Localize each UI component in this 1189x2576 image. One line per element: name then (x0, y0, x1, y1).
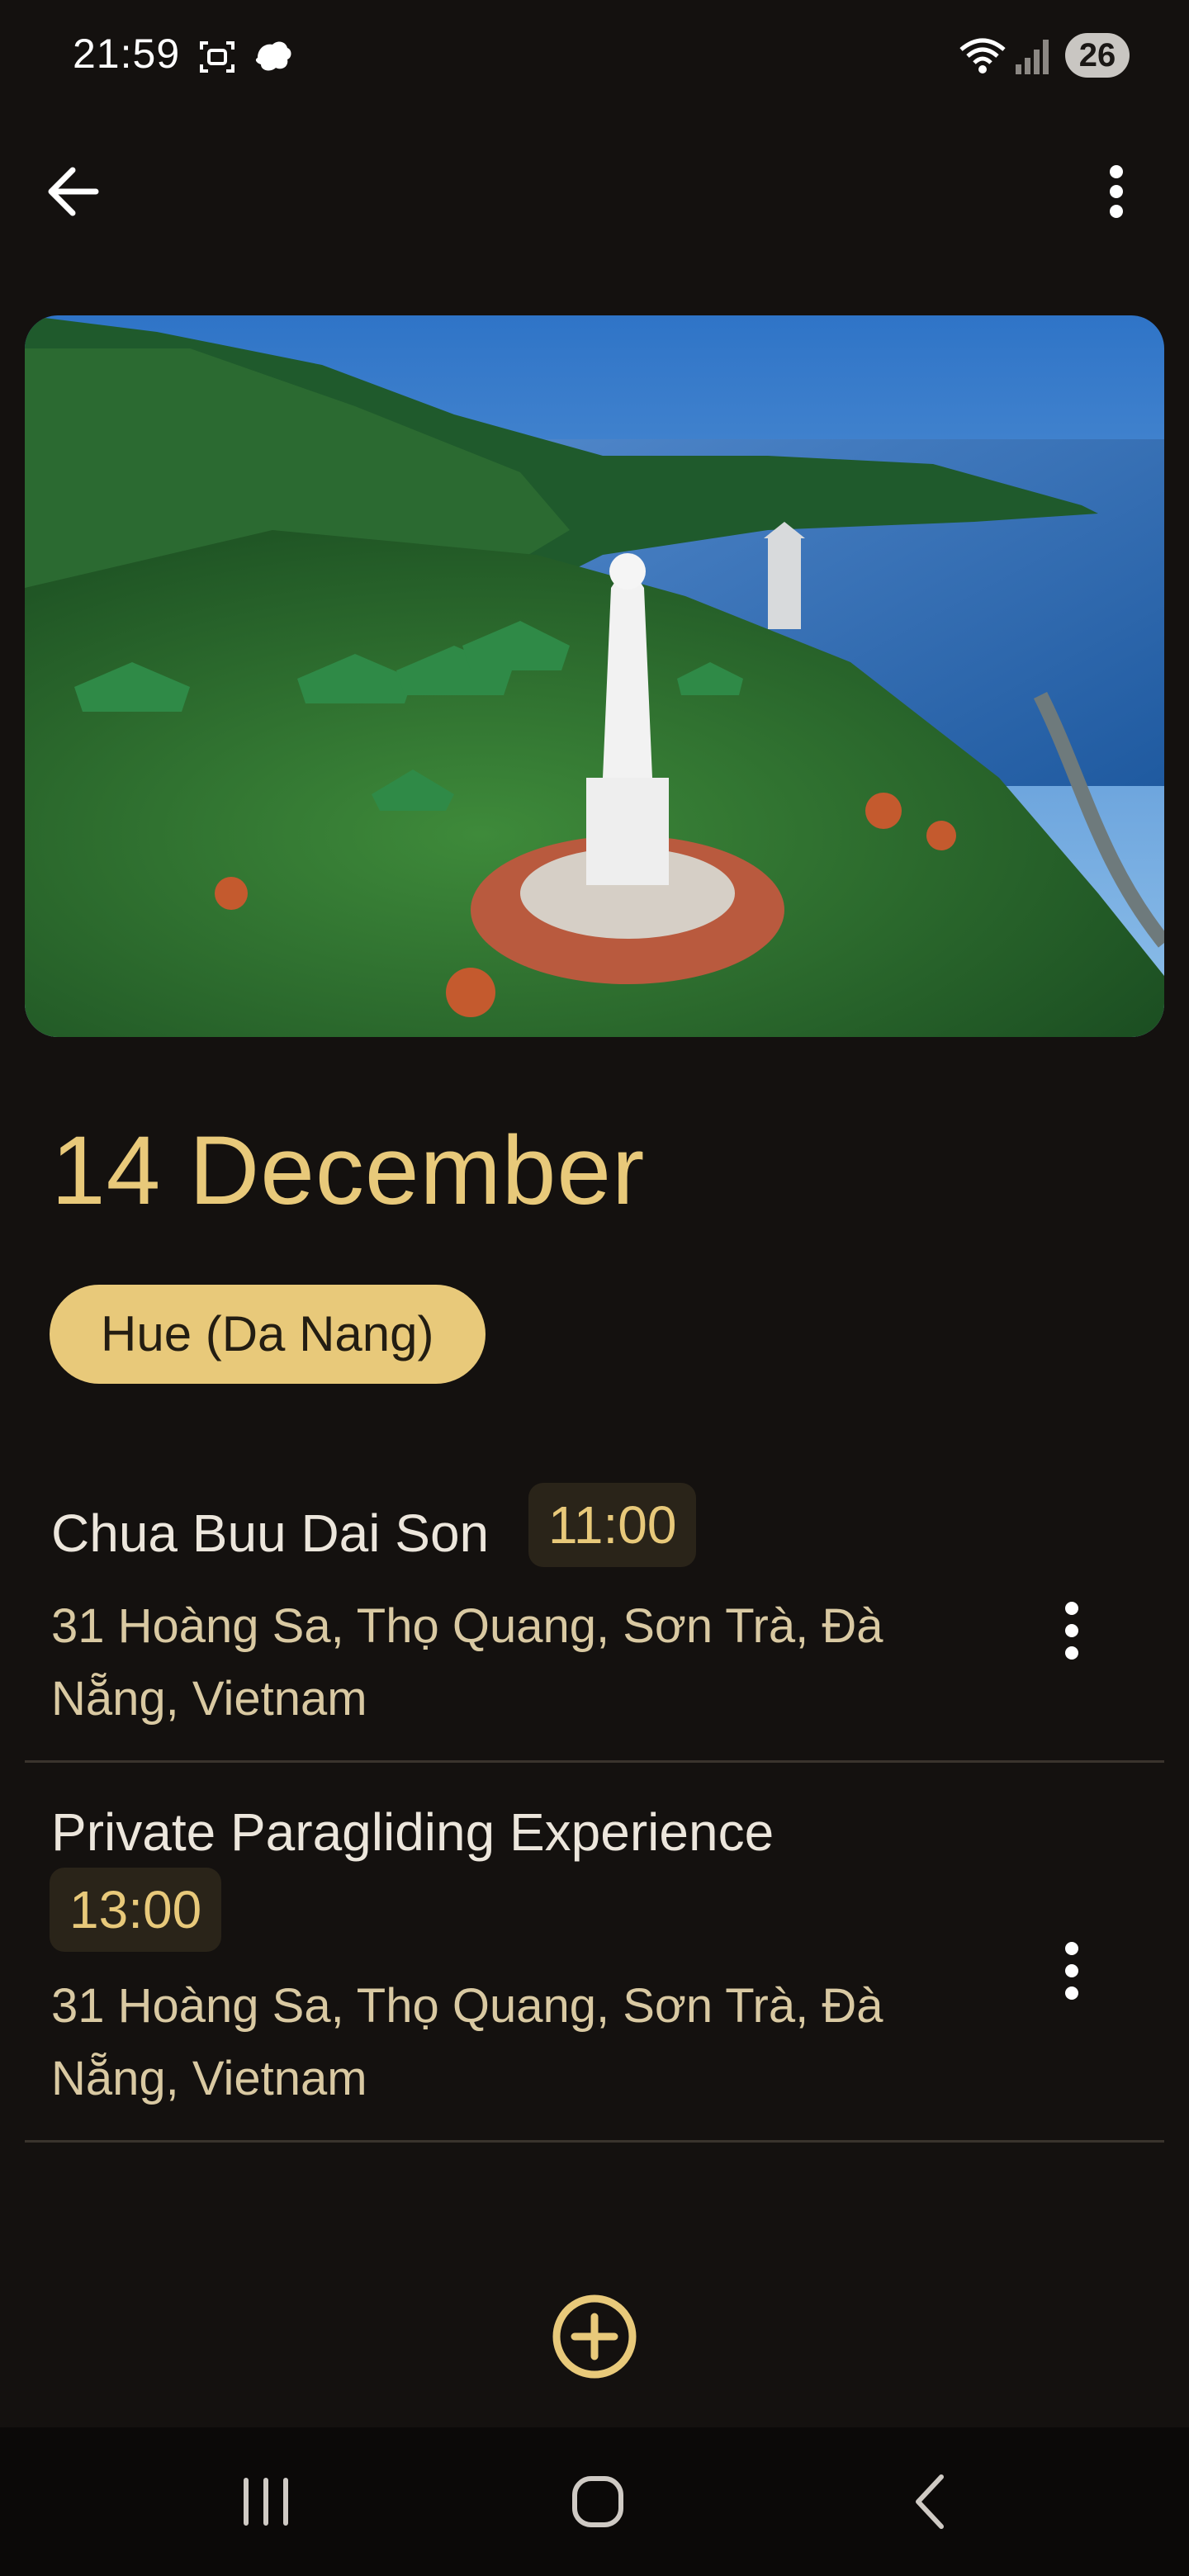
recents-icon (244, 2478, 288, 2526)
activity-time-badge: 13:00 (50, 1868, 222, 1952)
notification-icon (249, 36, 294, 82)
screenshot-icon (197, 36, 238, 82)
activity-address: 31 Hoàng Sa, Thọ Quang, Sơn Trà, Đà Nẵng… (51, 1599, 883, 1726)
arrow-left-icon (48, 167, 99, 216)
system-navigation-bar (0, 2427, 1189, 2576)
back-button[interactable] (36, 154, 112, 230)
more-vertical-icon (1065, 1942, 1078, 2000)
activity-more-button[interactable] (1039, 1925, 1105, 2016)
activity-title: Private Paragliding Experience (51, 1802, 775, 1862)
activity-time-badge: 11:00 (528, 1483, 697, 1567)
divider (25, 1760, 1164, 1763)
day-date-heading: 14 December (51, 1116, 646, 1225)
home-button[interactable] (557, 2460, 639, 2543)
destination-photo (25, 315, 1164, 1037)
nav-back-button[interactable] (890, 2460, 973, 2543)
activity-item[interactable]: Chua Buu Dai Son 11:00 31 Hoàng Sa, Thọ … (25, 1478, 1164, 1759)
status-bar: 21:59 26 (0, 0, 1189, 107)
battery-indicator: 26 (1065, 33, 1130, 78)
activity-more-button[interactable] (1039, 1585, 1105, 1676)
more-vertical-icon (1110, 165, 1123, 218)
activity-address: 31 Hoàng Sa, Thọ Quang, Sơn Trà, Đà Nẵng… (51, 1979, 883, 2105)
location-chip[interactable]: Hue (Da Nang) (50, 1285, 486, 1384)
status-time: 21:59 (73, 31, 181, 77)
more-options-button[interactable] (1078, 154, 1154, 230)
recents-button[interactable] (225, 2460, 307, 2543)
trip-day-screen: 21:59 26 14 December Hue (Da Nang) Chua … (0, 0, 1189, 2576)
divider (25, 2140, 1164, 2143)
activity-title: Chua Buu Dai Son (51, 1503, 490, 1563)
add-activity-button[interactable] (548, 2290, 641, 2383)
wifi-icon (958, 36, 1007, 82)
more-vertical-icon (1065, 1602, 1078, 1660)
home-icon (572, 2476, 623, 2527)
back-icon (916, 2474, 944, 2529)
signal-icon (1014, 36, 1052, 82)
activity-item[interactable]: Private Paragliding Experience 13:00 31 … (25, 1775, 1164, 2138)
plus-circle-icon (552, 2294, 637, 2379)
